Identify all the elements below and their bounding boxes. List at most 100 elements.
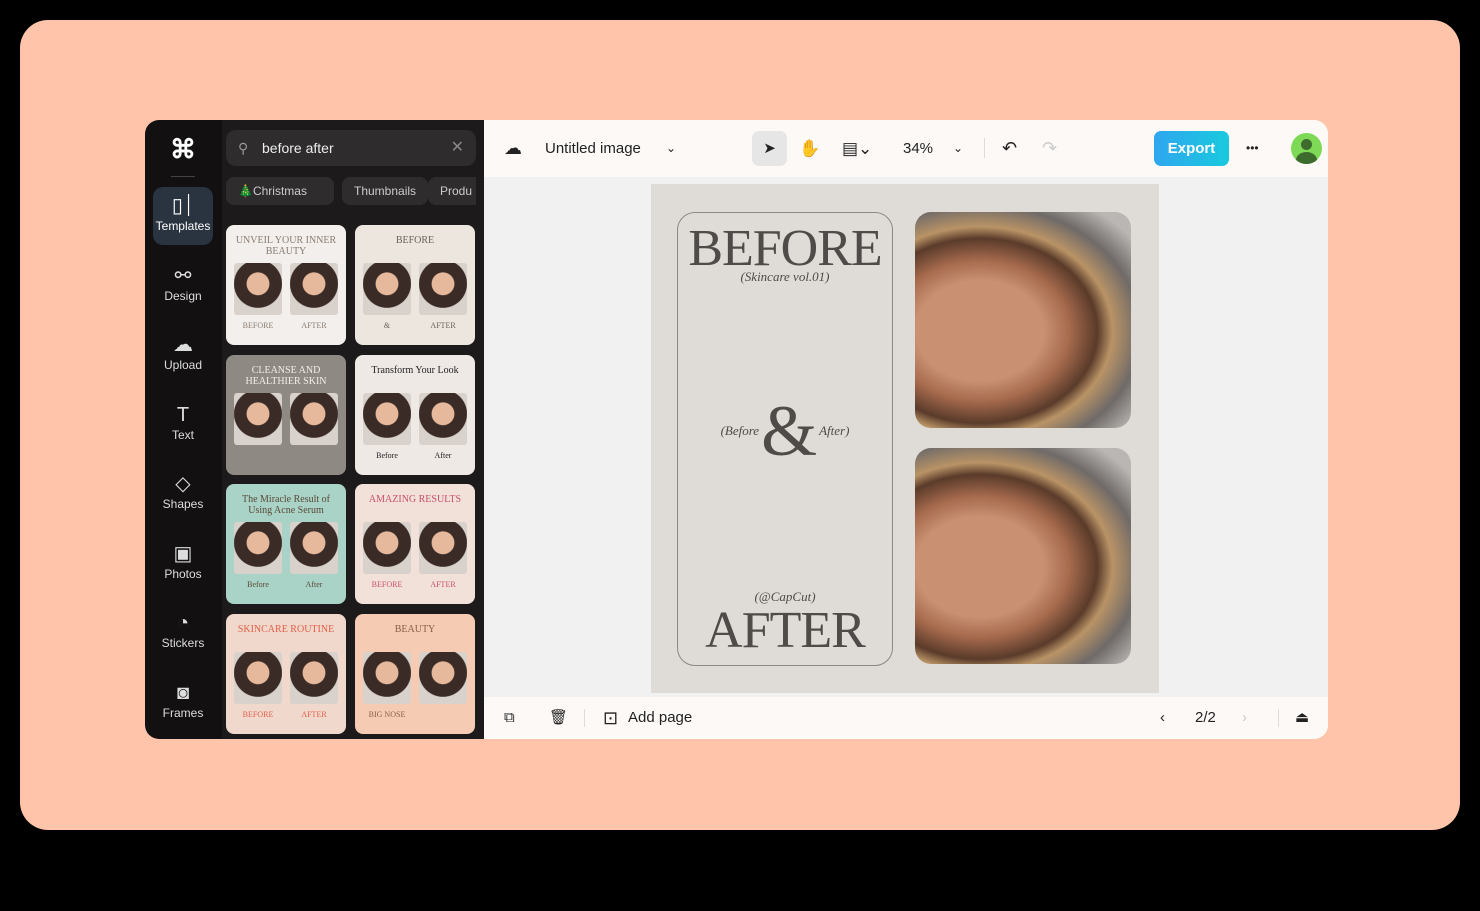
document-title[interactable]: Untitled image: [545, 120, 641, 177]
template-photo: [419, 392, 467, 445]
search-input[interactable]: ⚲ before after ✕: [226, 130, 476, 166]
template-photo: [363, 392, 411, 445]
template-card[interactable]: The Miracle Result of Using Acne Serum Be…: [226, 484, 346, 604]
template-photo: [363, 651, 411, 704]
sticker-icon: ◔: [176, 612, 190, 634]
after-heading: AFTER: [705, 602, 866, 659]
sidebar-item-label: Text: [171, 427, 194, 442]
clear-icon[interactable]: ✕: [451, 130, 464, 166]
sidebar-item-stickers[interactable]: ◔ Stickers: [153, 604, 213, 662]
sidebar-item-design[interactable]: ⚯ Design: [153, 257, 213, 315]
capcut-logo[interactable]: ⌘: [167, 134, 199, 164]
template-title: Transform Your Look: [371, 364, 459, 376]
template-photo: [419, 522, 467, 574]
divider: [984, 138, 985, 158]
prev-page-icon[interactable]: ‹: [1160, 697, 1165, 739]
page-panel-icon[interactable]: ⏏: [1295, 697, 1309, 739]
template-photo: [419, 651, 467, 704]
template-label: Before: [247, 580, 269, 589]
template-label: AFTER: [301, 321, 327, 330]
template-card[interactable]: AMAZING RESULTS BEFORE AFTER: [355, 484, 475, 604]
photo-icon: ▣: [173, 542, 193, 565]
top-toolbar: ☁ Untitled image ⌄ ➤ ✋ ▤⌄ 34% ⌄ ↶ ↷ Expo…: [484, 120, 1328, 177]
undo-icon[interactable]: ↶: [1002, 120, 1017, 177]
zoom-level[interactable]: 34%: [903, 120, 933, 177]
sidebar-item-label: Upload: [163, 358, 203, 372]
sidebar-item-shapes[interactable]: ◇ Shapes: [153, 465, 213, 523]
template-title: CLEANSE AND HEALTHIER SKIN: [245, 364, 327, 387]
template-label: After: [434, 450, 452, 460]
hand-tool-icon[interactable]: ✋: [799, 120, 820, 177]
template-label: Before: [376, 450, 398, 460]
add-page-button[interactable]: Add page: [628, 697, 692, 739]
avatar[interactable]: [1291, 133, 1322, 164]
search-value: before after: [262, 140, 334, 156]
template-title: The Miracle Result of Using Acne Serum: [241, 494, 331, 516]
after-label: After): [819, 423, 850, 438]
select-tool-icon[interactable]: ➤: [752, 131, 787, 166]
app-window: ⌘ ▯⏐ Templates ⚯ Design ☁ Upload T Text ◇ Shapes ▣…: [145, 120, 1328, 739]
chip-thumbnails[interactable]: Thumbnails: [342, 177, 428, 205]
template-card[interactable]: BEAUTY BIG NOSE: [355, 613, 475, 734]
add-page-icon[interactable]: ⊡: [603, 697, 618, 739]
shapes-icon: ◇: [175, 473, 191, 495]
template-title: BEFORE: [395, 235, 435, 246]
cloud-save-icon[interactable]: ☁: [504, 120, 522, 177]
chip-christmas[interactable]: 🎄Christmas: [226, 177, 334, 205]
sidebar-item-templates[interactable]: ▯⏐ Templates: [153, 187, 213, 245]
sidebar-item-label: Shapes: [162, 497, 204, 511]
template-photo: [290, 651, 338, 704]
sidebar-item-label: Design: [164, 288, 202, 303]
template-card[interactable]: BEFORE & AFTER: [355, 225, 475, 345]
template-photo: [234, 651, 282, 704]
template-card[interactable]: CLEANSE AND HEALTHIER SKIN: [226, 354, 346, 475]
template-label: &: [383, 321, 391, 330]
template-title: SKINCARE ROUTINE: [237, 623, 335, 635]
layout-icon[interactable]: ▤⌄: [842, 120, 872, 177]
design-icon: ⚯: [174, 264, 192, 287]
template-photo: [419, 263, 467, 315]
redo-icon[interactable]: ↷: [1042, 120, 1057, 177]
design-canvas[interactable]: BEFORE (Skincare vol.01) (Before & After…: [651, 184, 1159, 693]
sidebar-item-text[interactable]: T Text: [153, 396, 213, 454]
divider: [1278, 709, 1279, 727]
trash-icon[interactable]: 🗑: [549, 697, 568, 739]
template-photo: [234, 263, 282, 315]
divider: [584, 709, 585, 727]
sidebar: ⌘ ▯⏐ Templates ⚯ Design ☁ Upload T Text ◇ Shapes ▣…: [145, 120, 222, 739]
template-label: BIG NOSE: [368, 709, 406, 719]
template-label: BEFORE: [371, 580, 403, 589]
template-title: BEAUTY: [394, 623, 436, 635]
template-title: AMAZING RESULTS: [368, 494, 462, 505]
template-card[interactable]: Transform Your Look Before After: [355, 354, 475, 475]
template-label: AFTER: [430, 321, 456, 330]
next-page-icon[interactable]: ›: [1242, 697, 1247, 739]
text-frame: BEFORE (Skincare vol.01) (Before & After…: [677, 212, 893, 666]
template-photo: [234, 522, 282, 574]
template-photo: [234, 392, 282, 445]
zoom-chevron-icon[interactable]: ⌄: [953, 120, 963, 177]
text-icon: T: [176, 403, 190, 426]
page-indicator: 2/2: [1195, 709, 1216, 726]
after-photo[interactable]: [915, 448, 1131, 664]
template-card[interactable]: SKINCARE ROUTINE BEFORE AFTER: [226, 613, 346, 734]
before-photo[interactable]: [915, 212, 1131, 428]
ampersand: &: [761, 391, 818, 471]
more-icon[interactable]: •••: [1246, 120, 1259, 177]
sidebar-item-label: Templates: [155, 219, 211, 233]
template-photo: [290, 263, 338, 315]
template-photo: [363, 522, 411, 574]
sidebar-item-label: Photos: [164, 566, 202, 581]
template-label: AFTER: [430, 580, 456, 589]
export-button[interactable]: Export: [1154, 131, 1229, 166]
templates-icon: ▯⏐: [171, 195, 195, 217]
template-card[interactable]: UNVEIL YOUR INNER BEAUTY BEFORE AFTER: [226, 225, 346, 345]
search-icon: ⚲: [238, 140, 249, 156]
duplicate-page-icon[interactable]: ⧉: [504, 697, 515, 739]
chevron-down-icon[interactable]: ⌄: [666, 120, 676, 177]
sidebar-item-frames[interactable]: ◙ Frames: [153, 674, 213, 732]
chip-products[interactable]: Produ: [428, 177, 476, 205]
sidebar-item-photos[interactable]: ▣ Photos: [153, 535, 213, 593]
sidebar-item-upload[interactable]: ☁ Upload: [153, 326, 213, 384]
template-label: BEFORE: [242, 709, 274, 719]
